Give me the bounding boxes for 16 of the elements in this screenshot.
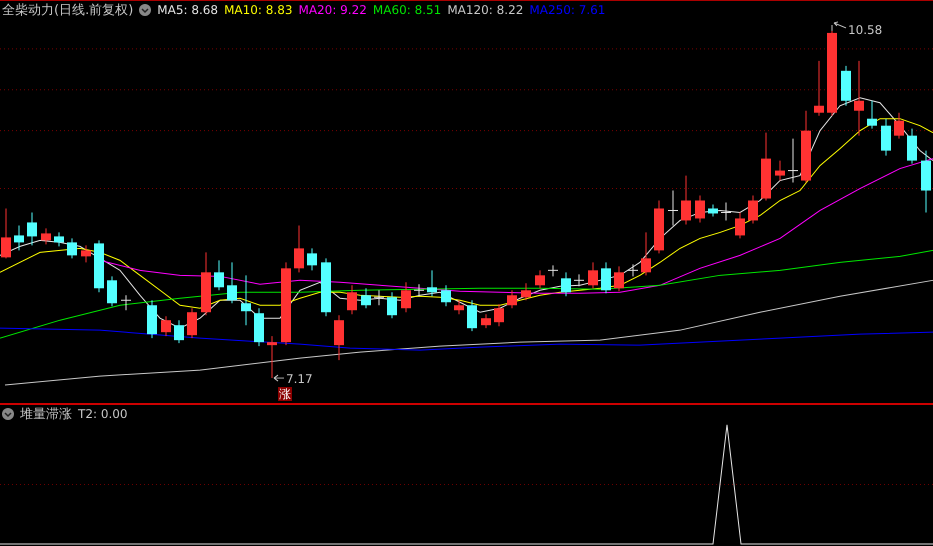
chart-title: 全柴动力(日线.前复权) bbox=[2, 2, 134, 19]
low-arrow-icon bbox=[274, 374, 284, 382]
low-price-label: 7.17 bbox=[286, 372, 313, 386]
ma-legend-value: MA20: 9.22 bbox=[298, 3, 367, 17]
dropdown-icon[interactable] bbox=[139, 4, 152, 16]
indicator-title: 堆量滞涨 bbox=[20, 406, 72, 423]
dropdown-icon[interactable] bbox=[2, 408, 14, 420]
high-arrow-icon bbox=[832, 21, 846, 32]
signal-marker: 涨 bbox=[278, 387, 292, 401]
ma-legend-value: MA120: 8.22 bbox=[447, 3, 524, 17]
indicator-value: T2: 0.00 bbox=[78, 407, 128, 421]
ma-legend-value: MA5: 8.68 bbox=[157, 3, 218, 17]
ma-legend-value: MA60: 8.51 bbox=[372, 3, 442, 17]
ma-legend-value: MA10: 8.83 bbox=[224, 3, 292, 17]
high-price-label: 10.58 bbox=[848, 22, 882, 37]
ma-legend-value: MA250: 7.61 bbox=[529, 3, 606, 17]
